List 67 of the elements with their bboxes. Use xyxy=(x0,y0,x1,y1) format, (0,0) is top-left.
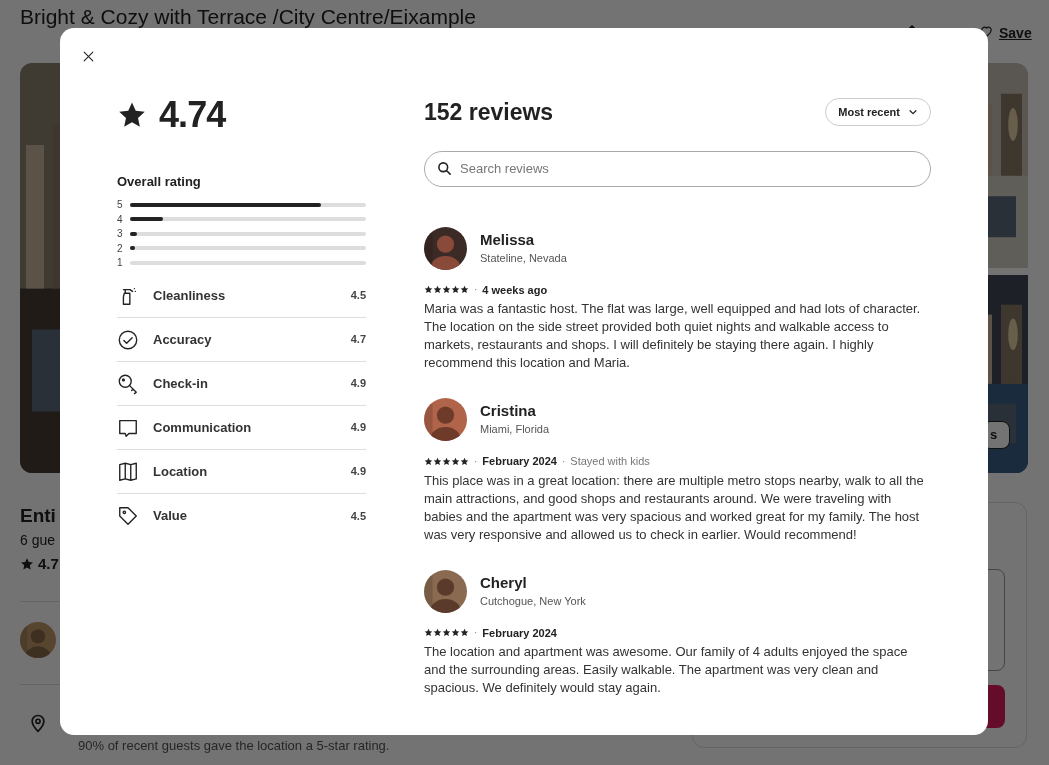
category-label: Accuracy xyxy=(153,330,213,349)
location-pin-icon xyxy=(28,712,48,734)
separator-dot: · xyxy=(474,626,478,641)
review-text: This place was in a great location: there are multiple metro stops nearby, walk to all the main attractions, and good shops and restaurants around. We were traveling with babies and the apartment was very spacious and worked great for my family. The host was very responsive and allowed us to check in earlier. Would recommend! xyxy=(424,471,925,544)
rating-level-label: 3 xyxy=(117,227,124,242)
reviews-count-heading: 152 reviews xyxy=(424,98,554,127)
review-date: 4 weeks ago xyxy=(482,282,548,298)
category-label: Check-in xyxy=(153,374,209,393)
star-icon xyxy=(433,285,442,295)
category-score: 4.9 xyxy=(350,376,366,392)
star-icon xyxy=(433,456,442,466)
reviewer-name: Cristina xyxy=(480,401,537,422)
star-icon xyxy=(442,628,451,638)
star-icon xyxy=(424,628,433,638)
stay-note: Stayed with kids xyxy=(570,454,650,469)
review-date: February 2024 xyxy=(482,454,557,469)
search-field[interactable]: Search reviews xyxy=(424,150,931,187)
key-icon xyxy=(117,372,139,395)
review-text: The location and apartment was awesome. Our family of 4 adults enjoyed the space and the surrounding areas. Easily walkable. The apartment was very clean and spacious. We definitely would stay again. xyxy=(424,643,909,697)
star-icon xyxy=(424,285,433,295)
category-score: 4.7 xyxy=(350,332,366,348)
category-label: Value xyxy=(153,507,188,526)
star-icon xyxy=(460,456,469,466)
rating-level-label: 2 xyxy=(117,241,124,256)
search-icon xyxy=(437,160,452,176)
star-icon xyxy=(20,557,34,572)
category-label: Location xyxy=(153,462,209,481)
check-circle-icon xyxy=(117,328,139,351)
reviewer-location: Stateline, Nevada xyxy=(480,250,567,266)
reviewer-name: Cheryl xyxy=(480,572,528,593)
star-icon xyxy=(460,285,469,295)
star-icon xyxy=(442,456,451,466)
star-icon xyxy=(442,285,451,295)
guest-count: 6 gue xyxy=(20,531,56,550)
review-text: Maria was a fantastic host. The flat was large, well equipped and had lots of character. The location on the side street provided both quiet nights and walkable access to markets, restaurants and shops. I will definitely be staying there again. I highly recommend this location and Maria. xyxy=(424,300,922,372)
rating-level-label: 4 xyxy=(117,212,124,227)
rating-value: 4.7 xyxy=(38,554,59,574)
star-icon xyxy=(433,628,442,638)
listing-heading: Enti xyxy=(20,504,56,528)
review-date: February 2024 xyxy=(482,625,557,641)
category-score: 4.5 xyxy=(350,508,366,524)
category-score: 4.5 xyxy=(350,288,366,304)
category-label: Communication xyxy=(153,418,253,437)
star-icon xyxy=(451,456,460,466)
rating-level-label: 5 xyxy=(117,198,124,213)
star-icon xyxy=(424,456,433,466)
close-icon xyxy=(81,49,95,63)
location-note: 90% of recent guests gave the location a 5-star rating. xyxy=(78,737,390,755)
star-icon xyxy=(451,285,460,295)
reviewer-name: Melissa xyxy=(480,229,536,250)
save-link[interactable]: Save xyxy=(999,23,1032,44)
map-icon xyxy=(117,460,139,483)
category-label: Cleanliness xyxy=(153,286,227,305)
star-icon xyxy=(460,628,469,638)
separator-dot: · xyxy=(561,454,566,469)
overall-score: 4.74 xyxy=(159,93,226,137)
category-score: 4.9 xyxy=(350,464,366,480)
rating-level-label: 1 xyxy=(117,256,124,271)
separator-dot: · xyxy=(474,454,478,469)
tag-icon xyxy=(117,505,139,527)
separator-dot: · xyxy=(474,283,478,298)
overall-rating-label: Overall rating xyxy=(117,173,202,191)
reviewer-location: Miami, Florida xyxy=(480,422,550,438)
reviewer-location: Cutchogue, New York xyxy=(480,593,586,609)
star-icon xyxy=(451,628,460,638)
category-score: 4.9 xyxy=(350,420,366,436)
listing-title: Bright & Cozy with Terrace /City Centre/Eixample xyxy=(20,6,476,28)
